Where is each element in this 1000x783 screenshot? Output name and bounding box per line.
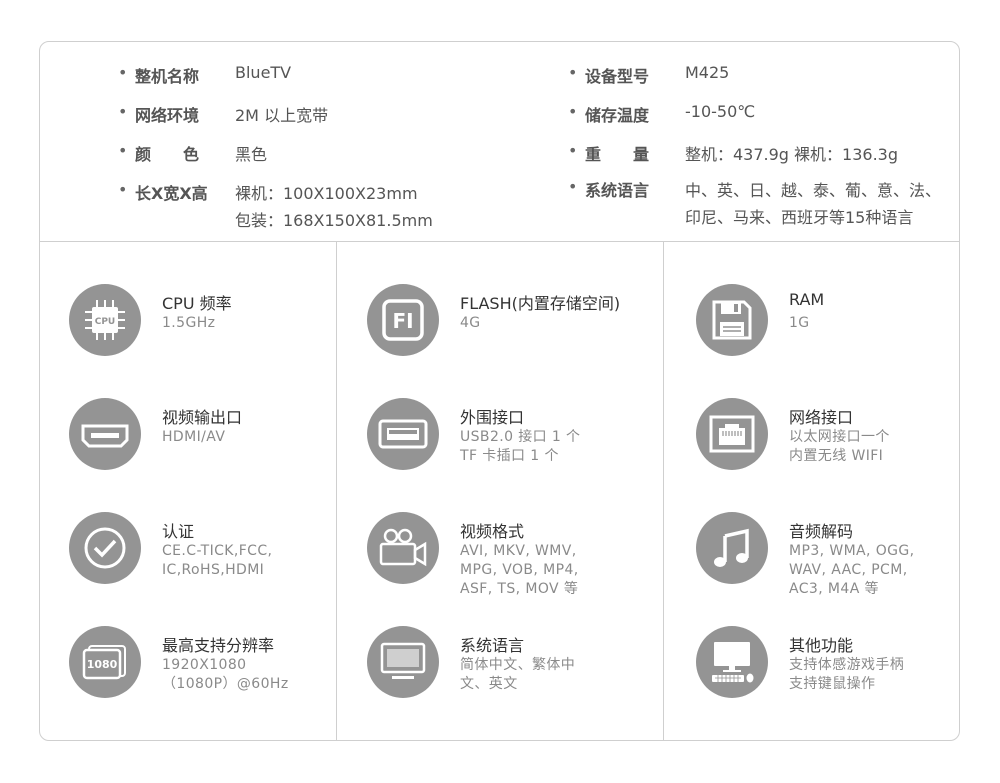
spec-value: BlueTV: [235, 63, 292, 82]
spec-label: 储存温度: [568, 102, 649, 126]
spec-value-secondary: 印尼、马来、西班牙等15种语言: [685, 208, 914, 227]
spec-value-secondary: 包装：168X150X81.5mm: [235, 211, 433, 230]
spec-label: 长X宽X高: [118, 180, 208, 204]
floppy-disk-icon: [696, 284, 768, 356]
feature-desc: 支持体感游戏手柄 支持键鼠操作: [789, 657, 905, 692]
feature-desc: MP3, WMA, OGG, WAV, AAC, PCM, AC3, M4A 等: [789, 543, 915, 597]
usb-port-icon: [367, 398, 439, 470]
feature-title: CPU 频率: [162, 294, 232, 313]
feature-title: FLASH(内置存储空间): [460, 294, 621, 313]
feature-grid: CPU CPU 频率 1.5GHz 视频输出口 HDMI/AV 认证 CE.C-…: [40, 242, 959, 740]
video-camera-icon: [367, 512, 439, 584]
feature-title: 其他功能: [789, 636, 854, 655]
music-note-icon: [696, 512, 768, 584]
feature-title: 视频格式: [460, 522, 525, 541]
spec-label: 系统语言: [568, 177, 649, 201]
feature-title: 视频输出口: [162, 408, 243, 427]
hdmi-port-icon: [69, 398, 141, 470]
resolution-1080-icon: 1080: [69, 626, 141, 698]
cpu-icon-text: CPU: [95, 317, 116, 327]
spec-label: 网络环境: [118, 102, 199, 126]
resolution-icon-text: 1080: [87, 658, 118, 671]
spec-value: 整机：437.9g 裸机：136.3g: [685, 145, 899, 164]
flash-icon-text: FI: [392, 309, 413, 333]
spec-value: 黑色: [235, 145, 268, 164]
feature-desc: 1G: [789, 315, 810, 331]
feature-desc: HDMI/AV: [162, 429, 226, 445]
checkmark-icon: [69, 512, 141, 584]
feature-desc: 1920X1080 （1080P）@60Hz: [162, 657, 289, 692]
feature-column-1: CPU CPU 频率 1.5GHz 视频输出口 HDMI/AV 认证 CE.C-…: [40, 242, 337, 740]
feature-title: 系统语言: [460, 636, 525, 655]
spec-value: 2M 以上宽带: [235, 106, 329, 125]
feature-desc: 4G: [460, 315, 481, 331]
feature-column-2: FI FLASH(内置存储空间) 4G 外围接口 USB2.0 接口 1 个 T…: [337, 242, 664, 740]
feature-title: 网络接口: [789, 408, 854, 427]
feature-desc: 简体中文、繁体中 文、英文: [460, 657, 576, 692]
product-spec-card: 整机名称 BlueTV 网络环境 2M 以上宽带 颜 色 黑色 长X宽X高 裸机…: [39, 41, 960, 741]
spec-list: 整机名称 BlueTV 网络环境 2M 以上宽带 颜 色 黑色 长X宽X高 裸机…: [40, 42, 959, 242]
feature-column-3: RAM 1G 网络接口 以太网接口一个 内置无线 WIFI 音频解码 MP3, …: [664, 242, 959, 740]
feature-title: 最高支持分辨率: [162, 636, 275, 655]
spec-value: 中、英、日、越、泰、葡、意、法、: [685, 181, 942, 200]
spec-label: 整机名称: [118, 63, 199, 87]
feature-desc: 1.5GHz: [162, 315, 216, 331]
spec-label: 设备型号: [568, 63, 649, 87]
ethernet-port-icon: [696, 398, 768, 470]
feature-desc: CE.C-TICK,FCC, IC,RoHS,HDMI: [162, 543, 273, 578]
feature-title: 音频解码: [789, 522, 854, 541]
feature-title: 外围接口: [460, 408, 525, 427]
spec-value: -10-50℃: [685, 102, 756, 121]
flash-icon: FI: [367, 284, 439, 356]
feature-title: RAM: [789, 290, 825, 309]
monitor-icon: [367, 626, 439, 698]
spec-value: 裸机：100X100X23mm: [235, 184, 418, 203]
cpu-icon: CPU: [69, 284, 141, 356]
spec-label: 颜 色: [118, 141, 199, 165]
spec-value: M425: [685, 63, 730, 82]
feature-desc: USB2.0 接口 1 个 TF 卡插口 1 个: [460, 429, 581, 464]
feature-title: 认证: [162, 522, 195, 541]
feature-desc: 以太网接口一个 内置无线 WIFI: [789, 429, 890, 464]
spec-label: 重 量: [568, 141, 649, 165]
computer-keyboard-mouse-icon: [696, 626, 768, 698]
feature-desc: AVI, MKV, WMV, MPG, VOB, MP4, ASF, TS, M…: [460, 543, 579, 597]
